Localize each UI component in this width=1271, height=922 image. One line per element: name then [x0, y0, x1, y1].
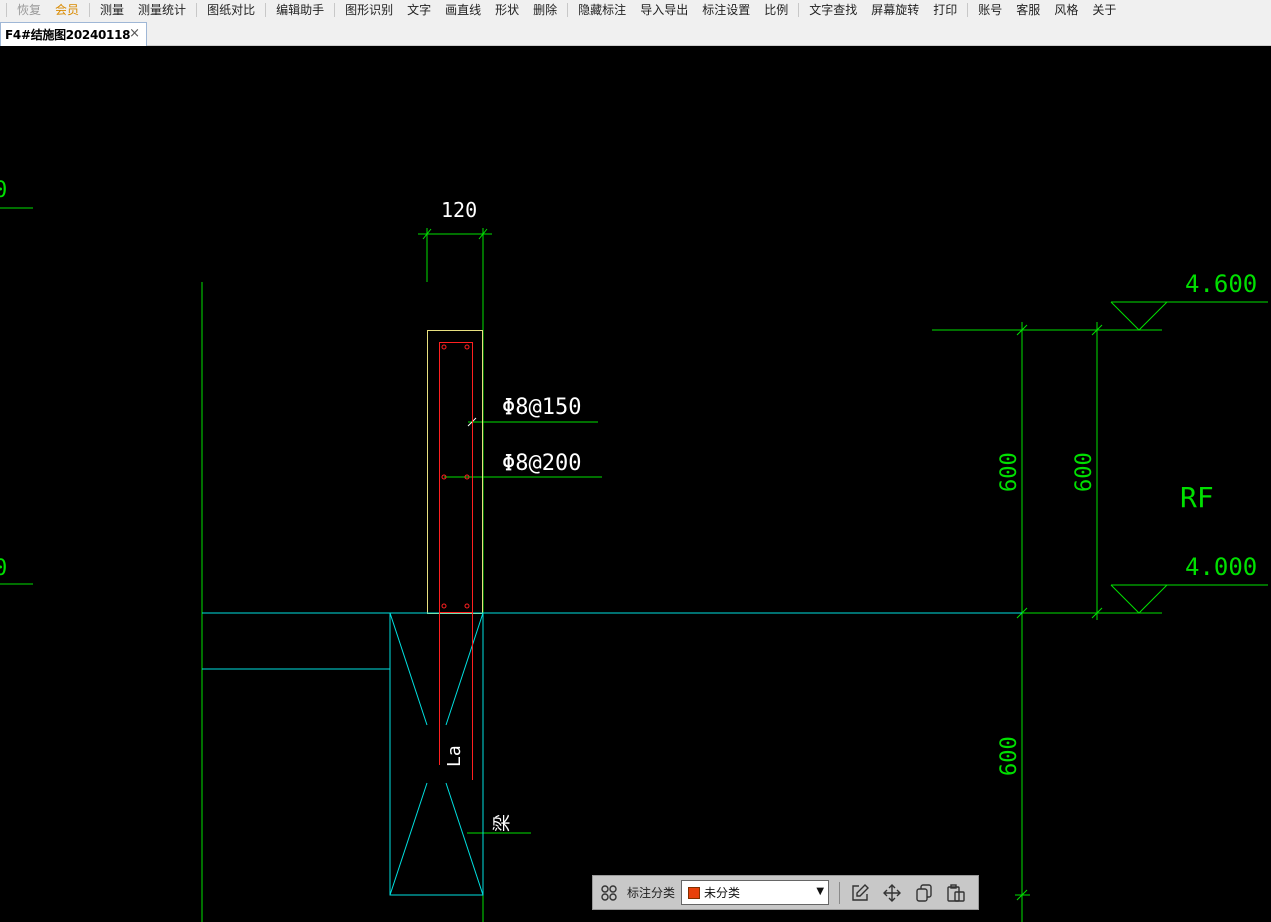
menu-item-4[interactable]: 图纸对比: [200, 0, 262, 20]
menu-item-19[interactable]: 客服: [1009, 0, 1047, 20]
menu-divider: [334, 3, 336, 17]
drawing-canvas[interactable]: 120 Φ8@150 Φ8@200 La 梁 0 0 4.600 4.000 R…: [0, 46, 1271, 922]
menu-divider: [265, 3, 267, 17]
menu-bar: 恢复 会员 测量 测量统计 图纸对比 编辑助手 图形识别 文字 画直线 形状 删除 隐藏标注 导入导出标…: [0, 0, 1271, 20]
beam-break-line: [389, 782, 428, 896]
menu-divider: [967, 3, 969, 17]
rebar-label-2: Φ8@200: [502, 451, 581, 476]
annotation-category-select[interactable]: 未分类 ▼: [681, 880, 830, 905]
menu-item-12[interactable]: 导入导出: [633, 0, 695, 20]
rebar-dot: [441, 603, 447, 609]
beam-label: 梁: [492, 814, 513, 832]
document-tab[interactable]: F4#结施图20240118 ×: [0, 22, 147, 46]
menu-item-20[interactable]: 风格: [1047, 0, 1085, 20]
menu-divider: [196, 3, 198, 17]
menu-item-0[interactable]: 恢复: [10, 0, 48, 20]
copy-icon[interactable]: [911, 880, 937, 906]
chevron-down-icon: ▼: [816, 886, 825, 897]
document-tab-bar: F4#结施图20240118 ×: [0, 20, 1271, 46]
menu-item-6[interactable]: 图形识别: [338, 0, 400, 20]
level-label: RF: [1180, 481, 1214, 514]
grid-icon[interactable]: [596, 880, 622, 906]
beam-break-line: [445, 782, 484, 896]
rebar-label-1: Φ8@150: [502, 395, 581, 420]
menu-item-5[interactable]: 编辑助手: [269, 0, 331, 20]
menu-item-13[interactable]: 标注设置: [695, 0, 757, 20]
dim-600-a: 600: [997, 452, 1022, 492]
beam-break-line: [445, 612, 484, 726]
cad-drawing: 120 Φ8@150 Φ8@200 La 梁 0 0 4.600 4.000 R…: [0, 178, 1268, 922]
dim-600-c: 600: [997, 736, 1022, 776]
menu-item-10[interactable]: 删除: [526, 0, 564, 20]
edit-icon[interactable]: [847, 880, 873, 906]
dim-600-b: 600: [1072, 452, 1097, 492]
parapet-outline: [427, 330, 483, 614]
paste-icon[interactable]: [943, 880, 969, 906]
close-icon[interactable]: ×: [129, 26, 140, 42]
annotation-category-label: 标注分类: [627, 886, 676, 900]
menu-item-21[interactable]: 关于: [1085, 0, 1123, 20]
menu-item-11[interactable]: 隐藏标注: [571, 0, 633, 20]
annotation-toolbar: 标注分类 未分类 ▼: [592, 875, 979, 910]
edge-label-bottom: 0: [0, 556, 7, 581]
category-select-value: 未分类: [704, 886, 741, 900]
menu-item-16[interactable]: 屏幕旋转: [864, 0, 926, 20]
menu-item-1[interactable]: 会员: [48, 0, 86, 20]
menu-item-8[interactable]: 画直线: [438, 0, 488, 20]
category-color-swatch: [688, 886, 701, 899]
menu-divider: [89, 3, 91, 17]
menu-item-9[interactable]: 形状: [488, 0, 526, 20]
elev-marker-top: [1110, 301, 1268, 331]
menu-item-15[interactable]: 文字查找: [802, 0, 864, 20]
menu-item-17[interactable]: 打印: [926, 0, 964, 20]
toolbar-divider: [839, 881, 841, 904]
menu-item-3[interactable]: 测量统计: [131, 0, 193, 20]
rebar-dot: [464, 344, 470, 350]
beam-break-line: [389, 612, 428, 726]
anchor-label: La: [444, 745, 465, 767]
document-tab-title: F4#结施图20240118: [5, 28, 131, 42]
rebar-dot: [464, 603, 470, 609]
menu-divider: [6, 3, 7, 17]
elev-marker-bottom: [1110, 584, 1268, 614]
rebar-dot: [441, 344, 447, 350]
menu-item-2[interactable]: 测量: [93, 0, 131, 20]
elevation-bottom: 4.000: [1185, 553, 1257, 581]
move-icon[interactable]: [879, 880, 905, 906]
menu-divider: [567, 3, 569, 17]
menu-item-14[interactable]: 比例: [757, 0, 795, 20]
edge-label-top: 0: [0, 178, 7, 203]
menu-item-7[interactable]: 文字: [400, 0, 438, 20]
menu-divider: [798, 3, 800, 17]
dim-120-text: 120: [441, 198, 477, 222]
elevation-top: 4.600: [1185, 270, 1257, 298]
menu-item-18[interactable]: 账号: [971, 0, 1009, 20]
